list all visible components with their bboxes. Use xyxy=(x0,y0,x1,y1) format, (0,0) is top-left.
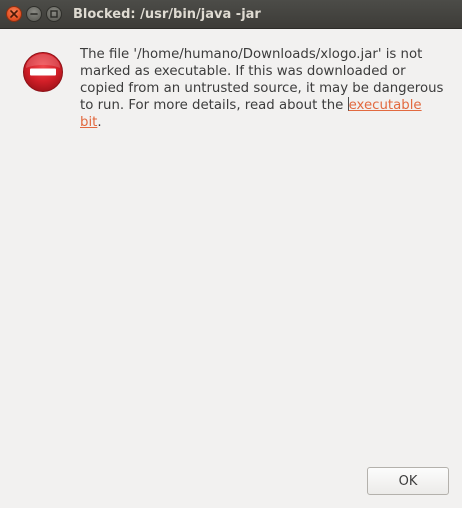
message-line: marked as executable. If this was downlo… xyxy=(80,64,406,79)
window-title: Blocked: /usr/bin/java -jar xyxy=(73,7,261,22)
close-icon xyxy=(10,10,18,18)
close-button[interactable] xyxy=(6,6,22,22)
minimize-icon xyxy=(30,13,38,15)
executable-bit-link[interactable]: executable xyxy=(349,98,422,113)
dialog-message: The file '/home/humano/Downloads/xlogo.j… xyxy=(80,46,448,131)
message-line-last: to run. For more details, read about the… xyxy=(80,97,448,114)
blocked-icon xyxy=(23,52,63,92)
message-line: copied from an untrusted source, it may … xyxy=(80,81,444,96)
ok-button[interactable]: OK xyxy=(367,467,449,495)
maximize-button[interactable] xyxy=(46,6,62,22)
message-line: bit. xyxy=(80,114,448,131)
dialog-window: Blocked: /usr/bin/java -jar The file '/h… xyxy=(0,0,462,508)
message-line: The file '/home/humano/Downloads/xlogo.j… xyxy=(80,47,423,62)
executable-bit-link-continued[interactable]: bit xyxy=(80,115,97,130)
minimize-button[interactable] xyxy=(26,6,42,22)
maximize-icon xyxy=(50,10,58,18)
message-text: to run. For more details, read about the xyxy=(80,98,348,113)
titlebar[interactable]: Blocked: /usr/bin/java -jar xyxy=(0,0,462,29)
message-end: . xyxy=(97,115,102,130)
